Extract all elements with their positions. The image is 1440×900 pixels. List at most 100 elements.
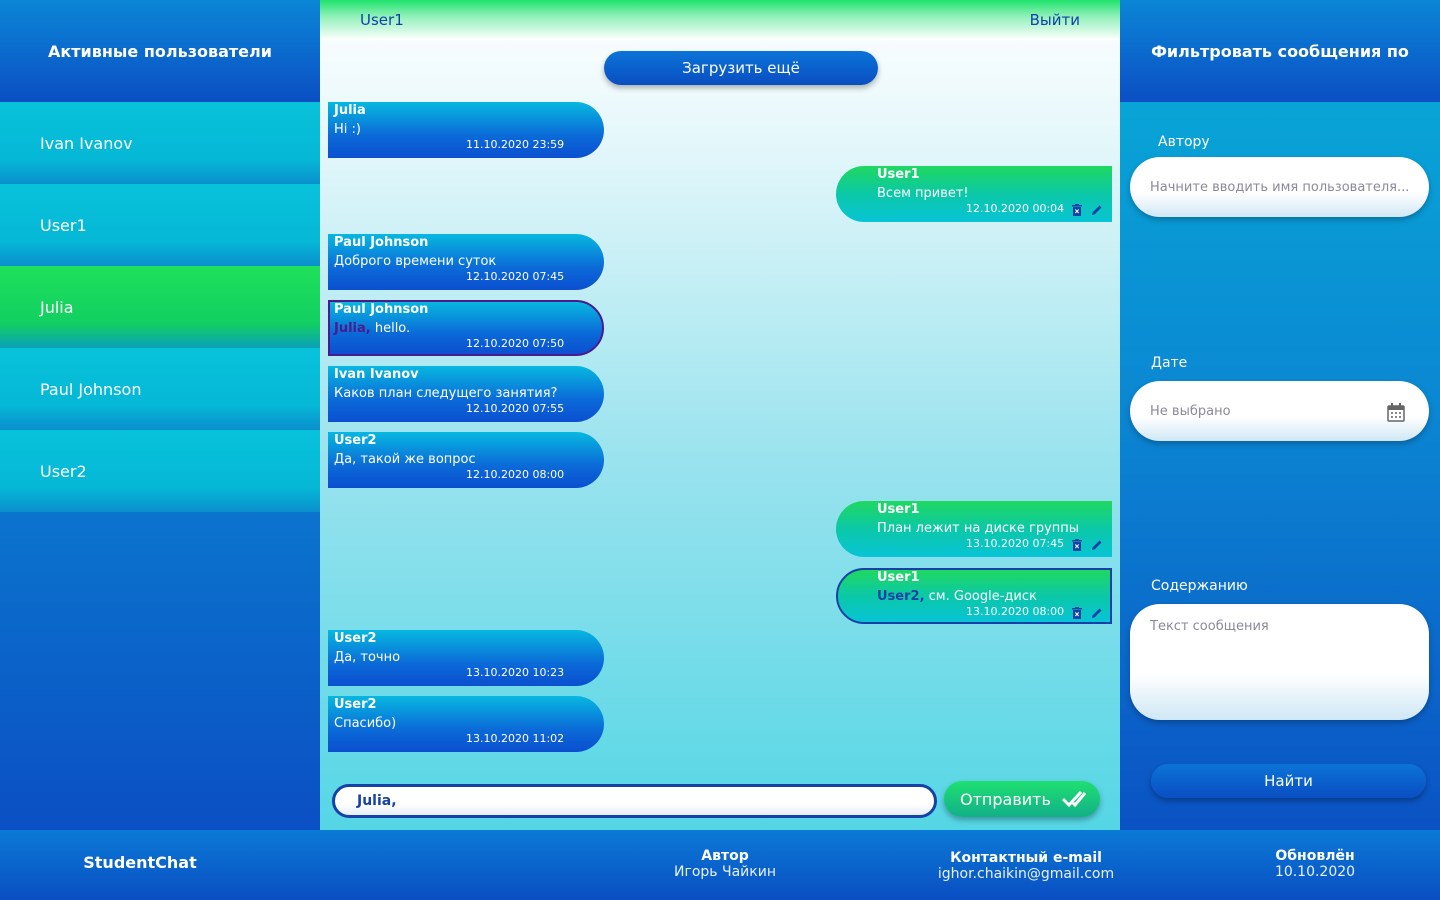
message-incoming: Paul Johnson Доброго времени суток 12.10… xyxy=(328,234,604,290)
filter-title: Фильтровать сообщения по xyxy=(1120,0,1440,102)
user-name: Julia xyxy=(40,297,74,317)
filter-author-label: Автору xyxy=(1158,134,1210,150)
find-button[interactable]: Найти xyxy=(1151,764,1426,798)
message-time: 13.10.2020 08:00 xyxy=(966,605,1065,618)
current-user-name: User1 xyxy=(360,11,404,29)
user-list-item[interactable]: User2 xyxy=(0,430,320,512)
message-time: 11.10.2020 23:59 xyxy=(466,138,565,151)
message-text: Да, такой же вопрос xyxy=(334,452,476,467)
footer-email-title: Контактный e-mail xyxy=(950,850,1102,866)
edit-pencil-icon[interactable] xyxy=(1091,204,1103,216)
message-actions xyxy=(1072,607,1103,619)
message-time: 13.10.2020 07:45 xyxy=(966,537,1065,550)
message-time: 13.10.2020 10:23 xyxy=(466,666,565,679)
footer-author-title: Автор xyxy=(701,848,749,864)
message-time: 12.10.2020 07:50 xyxy=(466,337,565,350)
message-incoming: User2 Да, точно 13.10.2020 10:23 xyxy=(328,630,604,686)
message-author: Julia xyxy=(334,103,366,118)
edit-pencil-icon[interactable] xyxy=(1091,539,1103,551)
footer-author: Автор Игорь Чайкин xyxy=(650,848,800,880)
message-incoming: User2 Да, такой же вопрос 12.10.2020 08:… xyxy=(328,432,604,488)
message-author: User1 xyxy=(877,570,920,585)
footer-brand: StudentChat xyxy=(60,853,220,872)
user-list-item[interactable]: Paul Johnson xyxy=(0,348,320,430)
message-outgoing: User1 Всем привет! 12.10.2020 00:04 xyxy=(836,166,1112,222)
calendar-icon[interactable] xyxy=(1387,403,1405,422)
filter-panel: Фильтровать сообщения по Автору Начните … xyxy=(1120,0,1440,830)
message-author: Paul Johnson xyxy=(334,235,429,250)
message-text: Да, точно xyxy=(334,650,401,665)
active-users-title: Активные пользователи xyxy=(0,0,320,102)
footer-author-value: Игорь Чайкин xyxy=(674,864,776,880)
message-time: 13.10.2020 11:02 xyxy=(466,732,565,745)
message-text: План лежит на диске группы xyxy=(877,521,1080,536)
footer-updated-value: 10.10.2020 xyxy=(1274,864,1356,880)
double-check-icon xyxy=(1061,790,1087,808)
chat-area: User1 Выйти Загрузить ещё Julia Hi :) 11… xyxy=(320,0,1120,830)
message-text: Всем привет! xyxy=(877,186,969,201)
message-body: hello. xyxy=(370,321,411,336)
content-filter-placeholder: Текст сообщения xyxy=(1150,619,1269,634)
message-text: Hi :) xyxy=(334,122,361,137)
message-input[interactable]: Julia, xyxy=(332,784,937,818)
message-author: User2 xyxy=(334,433,377,448)
message-author: Paul Johnson xyxy=(334,302,429,317)
load-more-button[interactable]: Загрузить ещё xyxy=(604,51,878,85)
message-outgoing: User1 План лежит на диске группы 13.10.2… xyxy=(836,501,1112,557)
message-time: 12.10.2020 08:00 xyxy=(466,468,565,481)
send-button-label: Отправить xyxy=(960,789,1051,809)
trash-icon[interactable] xyxy=(1072,607,1082,619)
message-mention: Julia, xyxy=(334,321,371,336)
send-button[interactable]: Отправить xyxy=(944,781,1100,817)
message-author: User1 xyxy=(877,167,920,182)
trash-icon[interactable] xyxy=(1072,539,1082,551)
message-incoming: Ivan Ivanov Каков план следущего занятия… xyxy=(328,366,604,422)
message-outgoing-mention: User1 User2, см. Google-диск 13.10.2020 … xyxy=(836,568,1112,624)
message-text: Доброго времени суток xyxy=(334,254,497,269)
message-time: 12.10.2020 00:04 xyxy=(966,202,1065,215)
footer-updated: Обновлён 10.10.2020 xyxy=(1255,848,1375,880)
message-time: 12.10.2020 07:45 xyxy=(466,270,565,283)
content-filter-textarea[interactable]: Текст сообщения xyxy=(1130,604,1429,720)
message-author: Ivan Ivanov xyxy=(334,367,419,382)
user-name: User1 xyxy=(40,215,87,235)
logout-link[interactable]: Выйти xyxy=(1030,11,1080,29)
trash-icon[interactable] xyxy=(1072,204,1082,216)
user-name: Paul Johnson xyxy=(40,379,142,399)
footer-brand-name: StudentChat xyxy=(83,853,197,872)
edit-pencil-icon[interactable] xyxy=(1091,607,1103,619)
date-filter-input[interactable]: Не выбрано xyxy=(1130,381,1429,441)
chat-header: User1 Выйти xyxy=(320,0,1120,40)
message-mention: User2, xyxy=(877,589,925,604)
message-incoming-mention: Paul Johnson Julia, hello. 12.10.2020 07… xyxy=(328,300,604,356)
message-body: см. Google-диск xyxy=(924,589,1037,604)
user-list-item[interactable]: User1 xyxy=(0,184,320,266)
user-list-item[interactable]: Ivan Ivanov xyxy=(0,102,320,184)
message-time: 12.10.2020 07:55 xyxy=(466,402,565,415)
message-author: User2 xyxy=(334,697,377,712)
footer-updated-title: Обновлён xyxy=(1275,848,1355,864)
message-incoming: Julia Hi :) 11.10.2020 23:59 xyxy=(328,102,604,158)
user-name: Ivan Ivanov xyxy=(40,133,133,153)
user-name: User2 xyxy=(40,461,87,481)
author-filter-placeholder: Начните вводить имя пользователя... xyxy=(1150,179,1410,195)
filter-content-label: Содержанию xyxy=(1151,578,1248,594)
date-filter-placeholder: Не выбрано xyxy=(1150,403,1231,419)
footer: StudentChat Автор Игорь Чайкин Контактны… xyxy=(0,830,1440,900)
message-actions xyxy=(1072,539,1103,551)
message-author: User2 xyxy=(334,631,377,646)
message-text: Julia, hello. xyxy=(334,321,410,336)
footer-email: Контактный e-mail ighor.chaikin@gmail.co… xyxy=(916,850,1136,882)
filter-date-label: Дате xyxy=(1151,355,1188,371)
message-text: User2, см. Google-диск xyxy=(877,589,1037,604)
message-author: User1 xyxy=(877,502,920,517)
message-actions xyxy=(1072,204,1103,216)
message-text: Спасибо) xyxy=(334,716,397,731)
message-text: Каков план следущего занятия? xyxy=(334,386,558,401)
footer-email-value[interactable]: ighor.chaikin@gmail.com xyxy=(916,866,1136,882)
message-input-value: Julia, xyxy=(357,793,397,809)
user-list-item-active[interactable]: Julia xyxy=(0,266,320,348)
message-incoming: User2 Спасибо) 13.10.2020 11:02 xyxy=(328,696,604,752)
active-users-panel: Активные пользователи Ivan Ivanov User1 … xyxy=(0,0,320,830)
author-filter-input[interactable]: Начните вводить имя пользователя... xyxy=(1130,157,1429,217)
